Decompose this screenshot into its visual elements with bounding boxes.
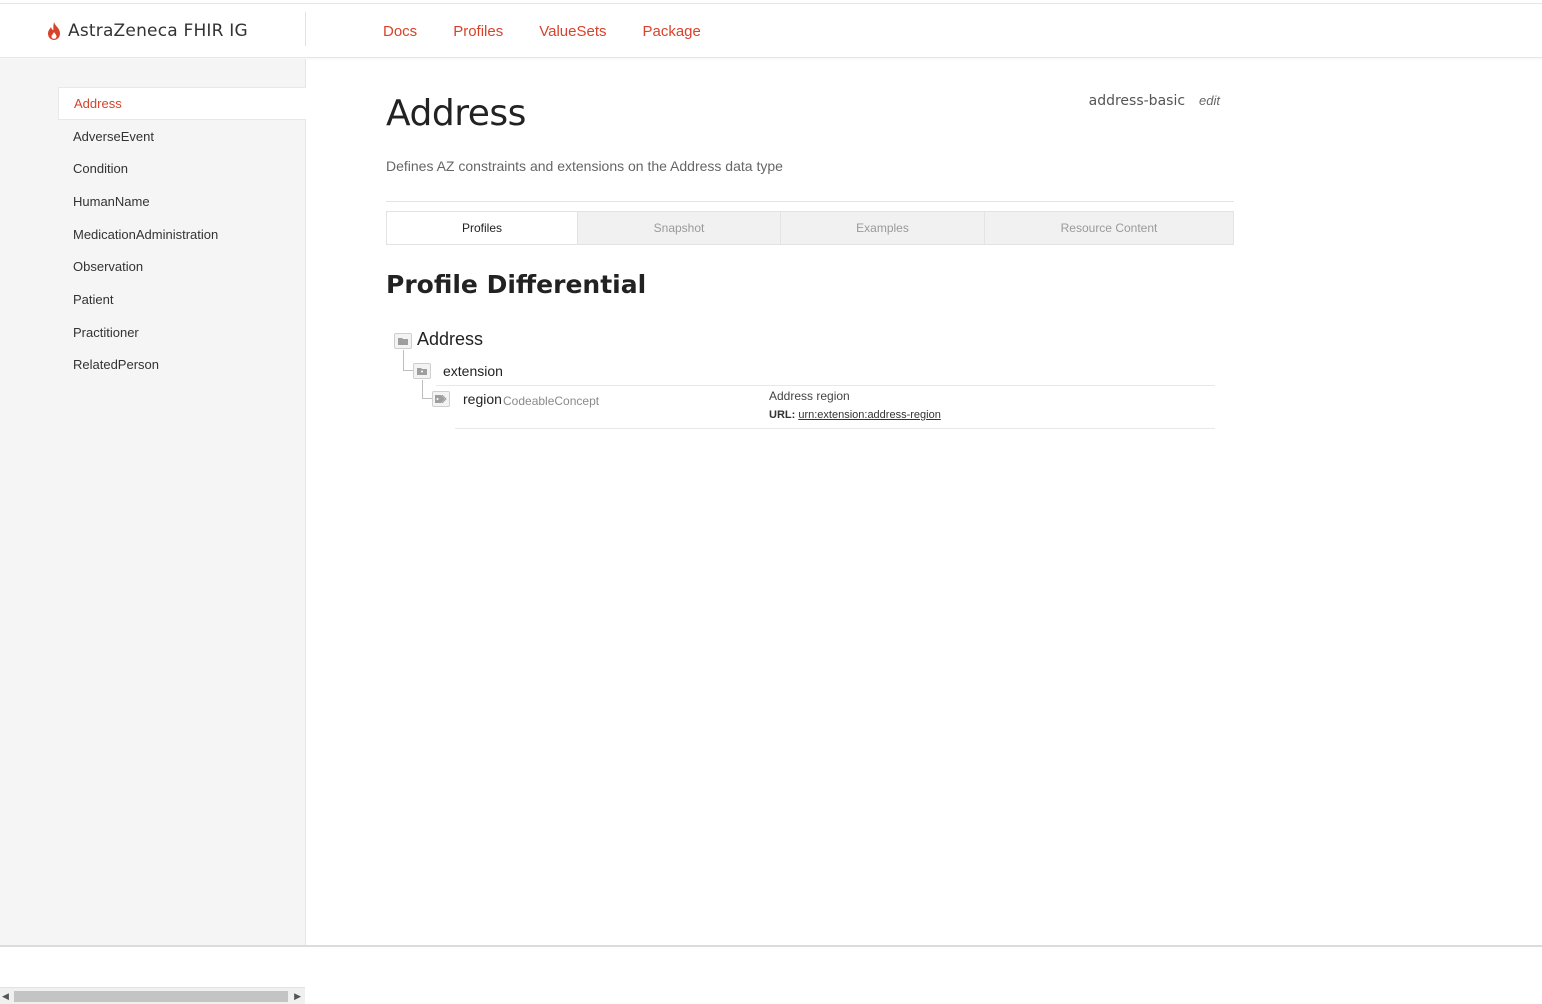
main-nav: Docs Profiles ValueSets Package: [383, 4, 737, 58]
edit-link[interactable]: edit: [1199, 93, 1220, 108]
nav-profiles[interactable]: Profiles: [453, 23, 503, 40]
header-divider: [305, 12, 306, 46]
flame-logo-icon: [48, 22, 60, 40]
scroll-right-arrow-icon[interactable]: ▶: [294, 991, 301, 1002]
sidebar-item-humanname[interactable]: HumanName: [58, 185, 306, 218]
top-header: AstraZeneca FHIR IG Docs Profiles ValueS…: [0, 4, 1542, 58]
row-divider: [455, 428, 1215, 429]
tree-node-region: region: [463, 391, 502, 407]
sidebar-item-practitioner[interactable]: Practitioner: [58, 316, 306, 349]
tab-profiles[interactable]: Profiles: [387, 212, 577, 244]
tree-node-address: Address: [417, 329, 484, 349]
folder-icon: [394, 333, 412, 349]
sidebar-item-observation[interactable]: Observation: [58, 250, 306, 283]
nav-valuesets[interactable]: ValueSets: [539, 23, 606, 40]
sidebar-item-medicationadministration[interactable]: MedicationAdministration: [58, 218, 306, 251]
page-title: Address: [386, 93, 526, 134]
profile-meta: address-basic edit: [1089, 93, 1220, 109]
sidebar-item-adverseevent[interactable]: AdverseEvent: [58, 120, 306, 153]
profile-tree: Address extension region CodeableConcept…: [386, 327, 1234, 447]
sidebar-item-condition[interactable]: Condition: [58, 152, 306, 185]
region-url-line: URL: urn:extension:address-region: [769, 409, 941, 421]
tab-snapshot[interactable]: Snapshot: [577, 212, 780, 244]
tag-icon: [432, 391, 450, 407]
sidebar: Address AdverseEvent Condition HumanName…: [0, 59, 306, 1004]
brand-name: AstraZeneca FHIR IG: [68, 21, 248, 41]
url-label: URL:: [769, 409, 796, 421]
divider: [386, 201, 1234, 202]
row-divider: [436, 385, 1215, 386]
sidebar-item-relatedperson[interactable]: RelatedPerson: [58, 349, 306, 382]
profile-id: address-basic: [1088, 93, 1186, 109]
nav-docs[interactable]: Docs: [383, 23, 417, 40]
tree-connector: [403, 350, 404, 370]
content-tabs: Profiles Snapshot Examples Resource Cont…: [386, 211, 1234, 245]
sidebar-item-patient[interactable]: Patient: [58, 283, 306, 316]
sidebar-list: Address AdverseEvent Condition HumanName…: [58, 87, 306, 381]
tree-connector: [422, 398, 432, 399]
sidebar-item-address[interactable]: Address: [58, 87, 306, 120]
section-title: Profile Differential: [386, 270, 647, 299]
region-url-link[interactable]: urn:extension:address-region: [798, 409, 940, 421]
scroll-left-arrow-icon[interactable]: ◀: [2, 991, 9, 1002]
extension-icon: [413, 363, 431, 379]
tab-examples[interactable]: Examples: [780, 212, 984, 244]
region-type[interactable]: CodeableConcept: [503, 394, 599, 408]
brand[interactable]: AstraZeneca FHIR IG: [46, 16, 248, 46]
tree-node-extension: extension: [443, 363, 503, 379]
tree-connector: [403, 370, 413, 371]
region-short-description: Address region: [769, 389, 850, 403]
nav-package[interactable]: Package: [642, 23, 700, 40]
tab-resource-content[interactable]: Resource Content: [984, 212, 1233, 244]
sidebar-horizontal-scrollbar[interactable]: ◀ ▶: [0, 987, 305, 1004]
scrollbar-thumb[interactable]: [14, 991, 288, 1002]
tree-connector: [422, 380, 423, 398]
page-description: Defines AZ constraints and extensions on…: [386, 158, 783, 174]
